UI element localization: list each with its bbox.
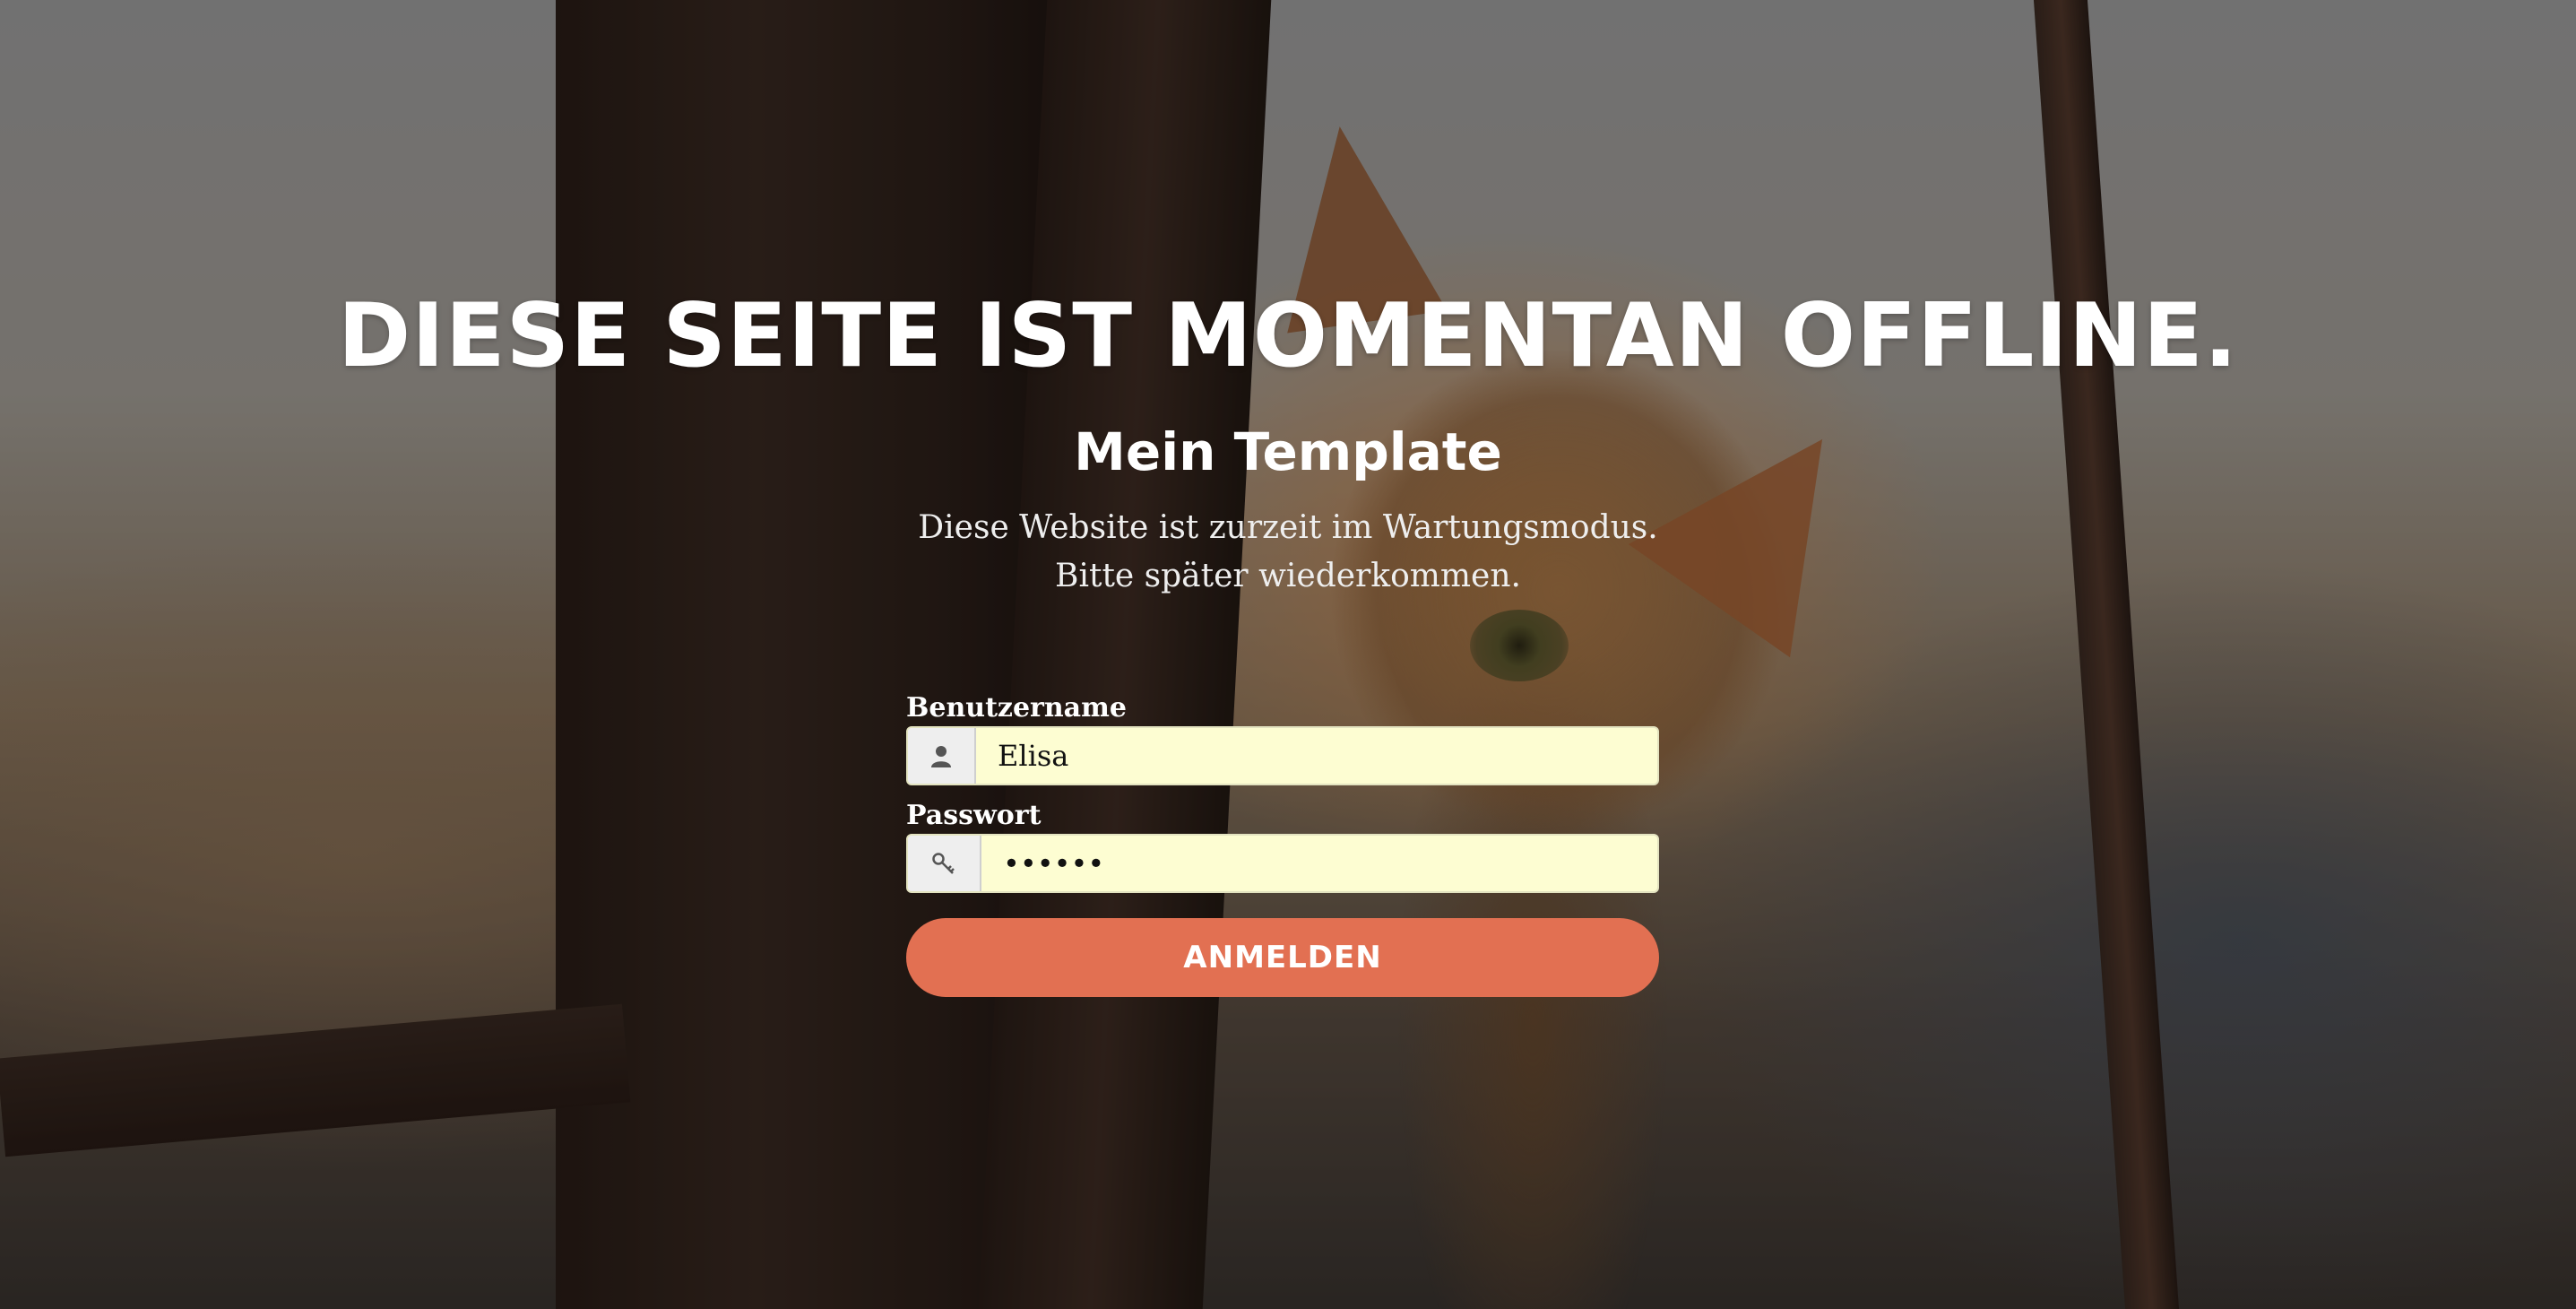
offline-message-line1: Diese Website ist zurzeit im Wartungsmod… xyxy=(918,509,1658,546)
offline-headline: DIESE SEITE IST MOMENTAN OFFLINE. xyxy=(337,285,2239,387)
password-label: Passwort xyxy=(906,800,1042,831)
username-field-group xyxy=(906,726,1659,785)
key-icon xyxy=(908,836,981,891)
username-input[interactable] xyxy=(976,728,1657,784)
username-label: Benutzername xyxy=(906,692,1127,724)
login-form: Benutzername Passwort ANMELDEN xyxy=(906,690,1659,997)
user-icon xyxy=(908,728,976,784)
offline-message-line2: Bitte später wiederkommen. xyxy=(1055,558,1521,594)
offline-message: Diese Website ist zurzeit im Wartungsmod… xyxy=(0,504,2576,601)
offline-content: DIESE SEITE IST MOMENTAN OFFLINE. Mein T… xyxy=(0,0,2576,1309)
password-input[interactable] xyxy=(981,836,1657,891)
password-field-group xyxy=(906,834,1659,893)
login-button[interactable]: ANMELDEN xyxy=(906,918,1659,997)
site-name: Mein Template xyxy=(1074,421,1502,482)
